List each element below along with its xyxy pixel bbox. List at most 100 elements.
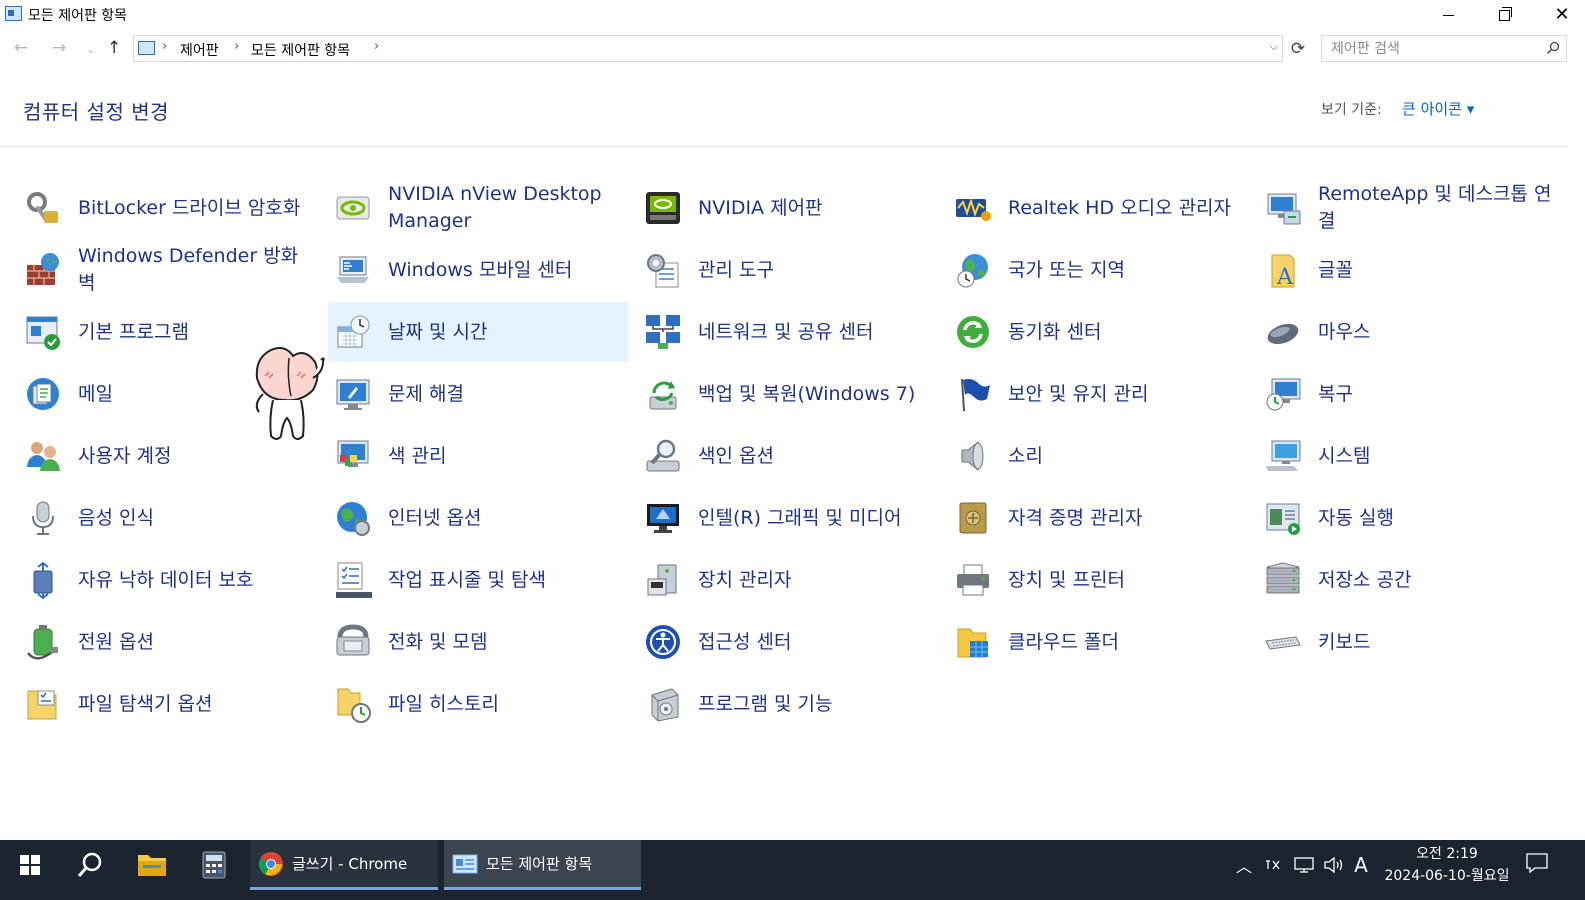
search-input[interactable] — [1322, 36, 1542, 61]
sync-center-icon — [954, 313, 992, 351]
item-system[interactable]: 시스템 — [1258, 426, 1558, 486]
breadcrumb-control-panel[interactable]: 제어판 — [180, 40, 219, 60]
item-autoplay[interactable]: 자동 실행 — [1258, 488, 1558, 548]
item-taskbar[interactable]: 작업 표시줄 및 탐색 — [328, 550, 628, 610]
page-title: 컴퓨터 설정 변경 — [23, 100, 170, 124]
ime-mode-button[interactable]: A — [1350, 840, 1372, 890]
file-explorer-button[interactable] — [124, 840, 180, 890]
item-backup[interactable]: 백업 및 복원(Windows 7) — [638, 364, 938, 424]
item-color-management[interactable]: 색 관리 — [328, 426, 628, 486]
item-speech[interactable]: 음성 인식 — [18, 488, 318, 548]
device-manager-icon — [644, 561, 682, 599]
network-icon — [644, 313, 682, 351]
calculator-button[interactable] — [186, 840, 242, 890]
programs-features-icon — [644, 685, 682, 723]
taskbar-app-control-panel[interactable]: 모든 제어판 항목 — [444, 840, 641, 890]
minimize-button[interactable] — [1425, 0, 1471, 30]
item-phone-modem[interactable]: 전화 및 모뎀 — [328, 612, 628, 672]
phone-modem-icon — [334, 623, 372, 661]
freefall-icon — [24, 561, 62, 599]
item-cloud-folder[interactable]: 클라우드 폴더 — [948, 612, 1248, 672]
item-admin-tools[interactable]: 관리 도구 — [638, 240, 938, 300]
item-indexing[interactable]: 색인 옵션 — [638, 426, 938, 486]
start-button[interactable] — [0, 840, 60, 890]
clock[interactable]: 오전 2:19 2024-06-10-월요일 — [1378, 843, 1516, 887]
internet-options-icon — [334, 499, 372, 537]
search-icon — [77, 852, 102, 877]
forward-button[interactable]: → — [52, 38, 66, 58]
item-folder-options[interactable]: 파일 탐색기 옵션 — [18, 674, 318, 734]
navigation-bar: ← → ⌄ ↑ › 제어판 › 모든 제어판 항목 › ⌵ ⟳ — [0, 34, 1585, 64]
taskbar-app-label: 글쓰기 - Chrome — [292, 855, 408, 873]
admin-tools-icon — [644, 251, 682, 289]
item-freefall[interactable]: 자유 낙하 데이터 보호 — [18, 550, 318, 610]
search-box[interactable] — [1321, 35, 1567, 62]
item-troubleshooting[interactable]: 문제 해결 — [328, 364, 628, 424]
item-network[interactable]: 네트워크 및 공유 센터 — [638, 302, 938, 362]
item-programs-features[interactable]: 프로그램 및 기능 — [638, 674, 938, 734]
folder-options-icon — [24, 685, 62, 723]
restore-icon — [1498, 6, 1512, 21]
up-button[interactable]: ↑ — [107, 38, 121, 58]
item-region[interactable]: 국가 또는 지역 — [948, 240, 1248, 300]
address-bar[interactable]: › 제어판 › 모든 제어판 항목 › ⌵ — [133, 35, 1283, 62]
peach-sticker-image — [255, 347, 325, 440]
credential-manager-icon — [954, 499, 992, 537]
chevron-right-icon[interactable]: › — [374, 39, 379, 54]
item-internet-options[interactable]: 인터넷 옵션 — [328, 488, 628, 548]
item-realtek-audio[interactable]: Realtek HD 오디오 관리자 — [948, 178, 1248, 238]
chevron-up-icon: ︿ — [1235, 857, 1252, 876]
item-bitlocker[interactable]: BitLocker 드라이브 암호화 — [18, 178, 318, 238]
item-power[interactable]: 전원 옵션 — [18, 612, 318, 672]
item-security[interactable]: 보안 및 유지 관리 — [948, 364, 1248, 424]
back-button[interactable]: ← — [14, 38, 28, 58]
chevron-down-icon[interactable]: ⌵ — [1270, 40, 1278, 54]
item-keyboard[interactable]: 키보드 — [1258, 612, 1558, 672]
item-device-manager[interactable]: 장치 관리자 — [638, 550, 938, 610]
item-recovery[interactable]: 복구 — [1258, 364, 1558, 424]
item-printers[interactable]: 장치 및 프린터 — [948, 550, 1248, 610]
item-remoteapp[interactable]: RemoteApp 및 데스크톱 연결 — [1258, 178, 1558, 238]
nvidia-control-panel-icon — [644, 189, 682, 227]
item-nvidia-nview[interactable]: NVIDIA nView Desktop Manager — [328, 178, 628, 238]
item-intel-graphics[interactable]: 인텔(R) 그래픽 및 미디어 — [638, 488, 938, 548]
item-fonts[interactable]: A 글꼴 — [1258, 240, 1558, 300]
view-by-dropdown[interactable]: 큰 아이콘 ▾ — [1402, 98, 1474, 119]
item-credential-manager[interactable]: 자격 증명 관리자 — [948, 488, 1248, 548]
search-button[interactable] — [62, 840, 118, 890]
indexing-icon — [644, 437, 682, 475]
taskbar-app-chrome[interactable]: 글쓰기 - Chrome — [250, 840, 438, 890]
item-mobility-center[interactable]: Windows 모바일 센터 — [328, 240, 628, 300]
windows-logo-icon — [20, 855, 40, 875]
mouse-icon — [1264, 313, 1302, 351]
item-nvidia-control-panel[interactable]: NVIDIA 제어판 — [638, 178, 938, 238]
item-sync-center[interactable]: 동기화 센터 — [948, 302, 1248, 362]
input-indicator[interactable] — [1262, 840, 1286, 890]
refresh-button[interactable]: ⟳ — [1287, 37, 1309, 61]
volume-tray-button[interactable] — [1322, 840, 1346, 890]
network-tray-button[interactable] — [1292, 840, 1316, 890]
item-sound[interactable]: 소리 — [948, 426, 1248, 486]
chevron-right-icon[interactable]: › — [234, 39, 239, 54]
autoplay-icon — [1264, 499, 1302, 537]
sound-icon — [954, 437, 992, 475]
recent-locations-button[interactable]: ⌄ — [86, 43, 95, 56]
search-icon[interactable] — [1546, 41, 1560, 55]
item-file-history[interactable]: 파일 히스토리 — [328, 674, 628, 734]
item-date-time[interactable]: 날짜 및 시간 — [328, 302, 628, 362]
item-mouse[interactable]: 마우스 — [1258, 302, 1558, 362]
ease-of-access-icon — [644, 623, 682, 661]
backup-icon — [644, 375, 682, 413]
chevron-right-icon[interactable]: › — [162, 39, 167, 54]
breadcrumb-all-items[interactable]: 모든 제어판 항목 — [251, 40, 350, 60]
item-firewall[interactable]: Windows Defender 방화벽 — [18, 240, 318, 300]
notification-icon — [1526, 853, 1548, 874]
taskbar-icon — [334, 561, 372, 599]
cloud-folder-icon — [954, 623, 992, 661]
notifications-button[interactable] — [1525, 852, 1559, 880]
show-hidden-icons-button[interactable]: ︿ — [1234, 840, 1254, 890]
item-ease-of-access[interactable]: 접근성 센터 — [638, 612, 938, 672]
close-button[interactable]: ✕ — [1539, 0, 1585, 30]
item-storage-spaces[interactable]: 저장소 공간 — [1258, 550, 1558, 610]
restore-button[interactable] — [1481, 0, 1527, 30]
